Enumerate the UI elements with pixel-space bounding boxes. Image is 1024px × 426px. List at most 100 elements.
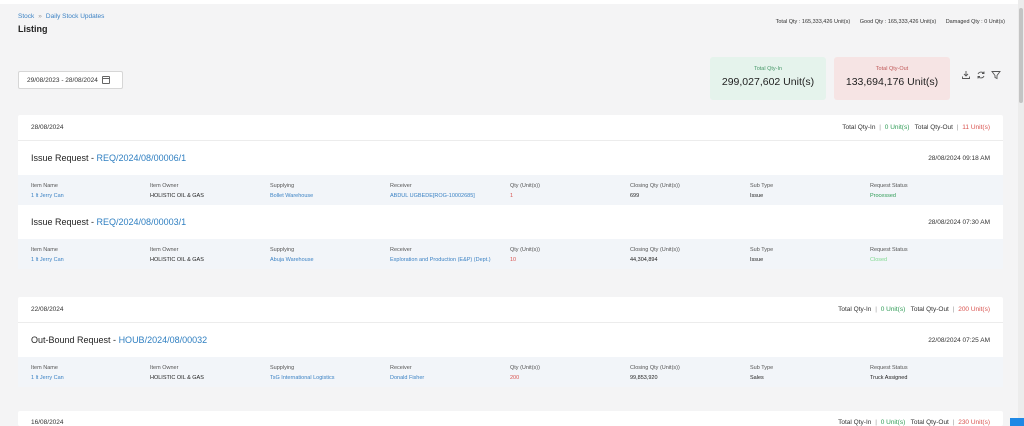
supplying-label: Supplying xyxy=(270,183,295,189)
status-badge: Closed xyxy=(870,257,888,263)
request-status-label: Request Status xyxy=(870,365,908,371)
request-time: 22/08/2024 07:25 AM xyxy=(928,336,990,344)
scrollbar[interactable] xyxy=(1018,0,1024,426)
item-owner-value: HOLISTIC OIL & GAS xyxy=(150,257,204,263)
supplying-label: Supplying xyxy=(270,247,295,253)
qty-in-value: 0 Unit(s) xyxy=(880,306,906,313)
request-id-link[interactable]: REQ/2024/08/00003/1 xyxy=(97,217,187,227)
item-name-link[interactable]: 1 lt Jerry Can xyxy=(31,375,64,381)
toolbar-icons xyxy=(961,70,1001,80)
request-row: Item Name 1 lt Jerry Can Item Owner HOLIST… xyxy=(18,357,1003,387)
breadcrumb-current[interactable]: Daily Stock Updates xyxy=(46,13,105,20)
request-status-label: Request Status xyxy=(870,183,908,189)
request-title: Issue Request - REQ/2024/08/00003/1 xyxy=(31,217,186,227)
receiver-col: Receiver Donald Fisher xyxy=(390,365,424,381)
group-qty-summary: Total Qty-In | 0 Unit(s) Total Qty-Out |… xyxy=(838,306,990,313)
total-qty-out-label: Total Qty-Out xyxy=(875,66,909,72)
group-date: 22/08/2024 xyxy=(31,306,64,313)
item-name-label: Item Name xyxy=(31,247,58,253)
pipe: | xyxy=(952,419,955,426)
request-row: Item Name 1 lt Jerry Can Item Owner HOLIST… xyxy=(18,175,1003,205)
request-header: Issue Request - REQ/2024/08/00003/1 28/0… xyxy=(18,205,1003,239)
qty-value: 200 xyxy=(510,375,520,381)
closing-qty-value: 44,304,894 xyxy=(630,257,658,263)
request-id-link[interactable]: HOUB/2024/08/00032 xyxy=(119,335,208,345)
filter-icon[interactable] xyxy=(991,70,1001,80)
sub-type-col: Sub Type Issue xyxy=(750,183,773,199)
qty-out-label: Total Qty-Out xyxy=(910,419,949,426)
supplying-link[interactable]: Bollet Warehouse xyxy=(270,193,313,199)
date-group: 16/08/2024 Total Qty-In | 0 Unit(s) Tota… xyxy=(18,411,1003,426)
stock-totals: Total Qty : 165,333,426 Unit(s) Good Qty… xyxy=(768,19,1005,25)
receiver-label: Receiver xyxy=(390,365,412,371)
item-owner-label: Item Owner xyxy=(150,365,179,371)
supplying-label: Supplying xyxy=(270,365,295,371)
closing-qty-label: Closing Qty (Unit(s)) xyxy=(630,247,680,253)
receiver-link[interactable]: ABDUL UGBEDE[ROG-10002685] xyxy=(390,193,475,199)
supplying-link[interactable]: TsG International Logistics xyxy=(270,375,335,381)
supplying-col: Supplying TsG International Logistics xyxy=(270,365,335,381)
request-time: 28/08/2024 09:18 AM xyxy=(928,154,990,162)
item-name-link[interactable]: 1 lt Jerry Can xyxy=(31,257,64,263)
sub-type-label: Sub Type xyxy=(750,365,774,371)
item-name-label: Item Name xyxy=(31,365,58,371)
calendar-icon[interactable] xyxy=(101,76,110,84)
item-owner-label: Item Owner xyxy=(150,247,179,253)
total-qty: Total Qty : 165,333,426 Unit(s) xyxy=(775,19,851,25)
total-qty-in-label: Total Qty-In xyxy=(753,66,783,72)
status-badge: Truck Assigned xyxy=(870,375,908,381)
request-status-label: Request Status xyxy=(870,247,908,253)
breadcrumb-stock-link[interactable]: Stock xyxy=(18,13,34,20)
request-title: Out-Bound Request - HOUB/2024/08/00032 xyxy=(31,335,207,345)
request-status-col: Request Status Truck Assigned xyxy=(870,365,908,381)
supplying-link[interactable]: Abuja Warehouse xyxy=(270,257,314,263)
qty-in-label: Total Qty-In xyxy=(838,306,872,313)
scrollbar-thumb[interactable] xyxy=(1019,8,1023,103)
status-badge: Processed xyxy=(870,193,896,199)
item-name-link[interactable]: 1 lt Jerry Can xyxy=(31,193,64,199)
receiver-col: Receiver ABDUL UGBEDE[ROG-10002685] xyxy=(390,183,475,199)
sub-type-label: Sub Type xyxy=(750,183,774,189)
qty-out-value: 200 Unit(s) xyxy=(958,306,990,313)
item-name-col: Item Name 1 lt Jerry Can xyxy=(31,365,64,381)
qty-out-value: 11 Unit(s) xyxy=(962,124,990,131)
receiver-label: Receiver xyxy=(390,183,412,189)
item-name-col: Item Name 1 lt Jerry Can xyxy=(31,247,64,263)
request-header: Out-Bound Request - HOUB/2024/08/00032 2… xyxy=(18,323,1003,357)
request-time: 28/08/2024 07:30 AM xyxy=(928,218,990,226)
receiver-col: Receiver Exploration and Production (E&P)… xyxy=(390,247,491,263)
top-bar xyxy=(0,0,1024,4)
pipe: | xyxy=(956,124,959,131)
date-range-picker[interactable]: 29/08/2023 - 28/08/2024 xyxy=(18,71,123,89)
qty-in-label: Total Qty-In xyxy=(838,419,872,426)
item-name-col: Item Name 1 lt Jerry Can xyxy=(31,183,64,199)
request-header: Issue Request - REQ/2024/08/00006/1 28/0… xyxy=(18,141,1003,175)
total-qty-in-value: 299,027,602 Unit(s) xyxy=(721,76,815,88)
item-name-label: Item Name xyxy=(31,183,58,189)
request-id-link[interactable]: REQ/2024/08/00006/1 xyxy=(97,153,187,163)
closing-qty-value: 699 xyxy=(630,193,640,199)
date-group: 22/08/2024 Total Qty-In | 0 Unit(s) Tota… xyxy=(18,297,1003,387)
pipe: | xyxy=(952,306,955,313)
chat-widget[interactable] xyxy=(1010,418,1024,426)
qty-label: Qty (Unit(s)) xyxy=(510,183,540,189)
group-qty-summary: Total Qty-In | 0 Unit(s) Total Qty-Out |… xyxy=(838,419,990,426)
refresh-icon[interactable] xyxy=(976,70,986,80)
closing-qty-label: Closing Qty (Unit(s)) xyxy=(630,183,680,189)
qty-in-value: 0 Unit(s) xyxy=(884,124,910,131)
request-type: Issue Request - xyxy=(31,153,97,163)
closing-qty-col: Closing Qty (Unit(s)) 699 xyxy=(630,183,680,199)
receiver-link[interactable]: Exploration and Production (E&P) (Dept.) xyxy=(390,257,491,263)
export-icon[interactable] xyxy=(961,70,971,80)
total-qty-in-card: Total Qty-In 299,027,602 Unit(s) xyxy=(710,57,826,100)
request-row: Item Name 1 lt Jerry Can Item Owner HOLIST… xyxy=(18,239,1003,269)
item-owner-value: HOLISTIC OIL & GAS xyxy=(150,193,204,199)
sub-type-label: Sub Type xyxy=(750,247,774,253)
closing-qty-col: Closing Qty (Unit(s)) 44,304,894 xyxy=(630,247,680,263)
supplying-col: Supplying Abuja Warehouse xyxy=(270,247,314,263)
qty-col: Qty (Unit(s)) 200 xyxy=(510,365,540,381)
sub-type-value: Issue xyxy=(750,193,764,199)
date-group-header: 16/08/2024 Total Qty-In | 0 Unit(s) Tota… xyxy=(18,411,1003,426)
receiver-link[interactable]: Donald Fisher xyxy=(390,375,424,381)
page-title: Listing xyxy=(18,24,48,34)
